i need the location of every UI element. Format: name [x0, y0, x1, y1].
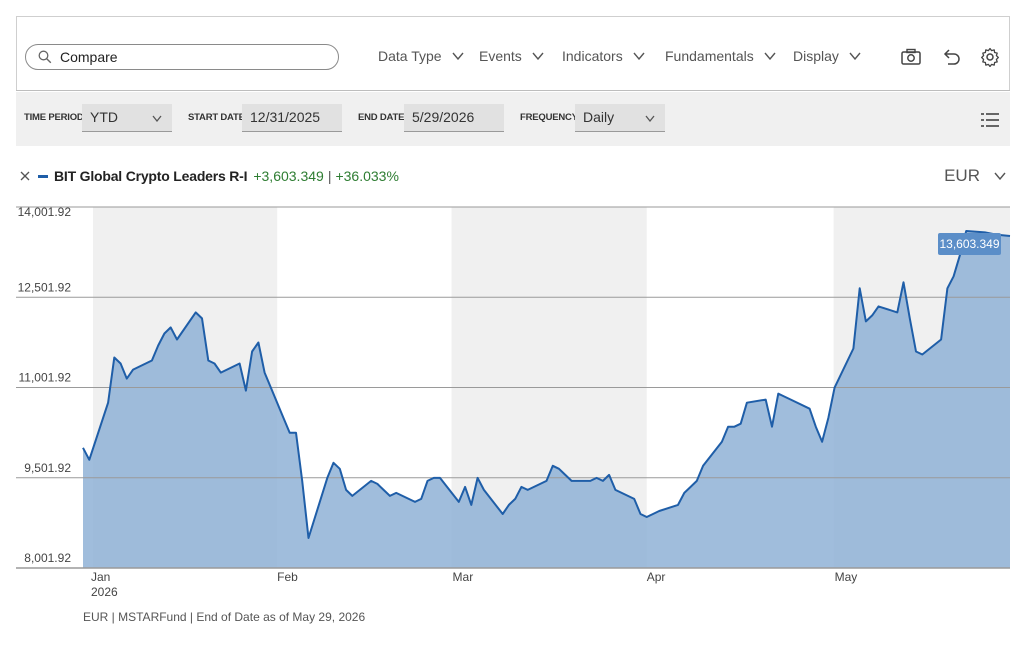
time-period-value: YTD	[90, 109, 118, 125]
menu-fundamentals-label: Fundamentals	[665, 48, 754, 64]
x-tick-label: Apr	[647, 570, 666, 584]
start-date-label: START DATE	[188, 112, 245, 123]
frequency-value: Daily	[583, 109, 615, 125]
chevron-down-icon	[645, 115, 655, 122]
chart-footer: EUR | MSTARFund | End of Date as of May …	[83, 610, 366, 624]
legend-change-abs: +3,603.349	[253, 168, 324, 184]
menu-indicators-label: Indicators	[562, 48, 623, 64]
filter-bar: TIME PERIOD YTD START DATE 12/31/2025 EN…	[16, 92, 1010, 146]
menu-events-label: Events	[479, 48, 522, 64]
frequency-label: FREQUENCY	[520, 112, 578, 123]
chevron-down-icon	[633, 52, 645, 60]
menu-display-label: Display	[793, 48, 839, 64]
compare-search[interactable]	[25, 44, 339, 70]
chevron-down-icon	[152, 115, 162, 122]
currency-value: EUR	[944, 166, 980, 185]
frequency-select[interactable]: Daily	[575, 104, 665, 132]
legend-separator: |	[327, 168, 332, 184]
chevron-down-icon	[994, 172, 1006, 180]
y-tick-label: 9,501.92	[24, 461, 71, 475]
x-tick-label: Feb	[277, 570, 298, 584]
y-tick-label: 8,001.92	[24, 551, 71, 565]
chevron-down-icon	[764, 52, 776, 60]
start-date-input[interactable]: 12/31/2025	[242, 104, 342, 132]
end-date-input[interactable]: 5/29/2026	[404, 104, 504, 132]
end-date-label: END DATE	[358, 112, 405, 123]
menu-data-type-label: Data Type	[378, 48, 442, 64]
chevron-down-icon	[849, 52, 861, 60]
y-tick-label: 14,001.92	[18, 205, 72, 219]
chart-toolbar: Data Type Events Indicators Fundamentals…	[16, 16, 1010, 91]
camera-icon[interactable]	[900, 47, 922, 67]
close-icon[interactable]	[20, 171, 30, 181]
menu-events[interactable]: Events	[479, 48, 544, 64]
toolbar-divider	[16, 90, 1010, 91]
menu-data-type[interactable]: Data Type	[378, 48, 464, 64]
time-period-select[interactable]: YTD	[82, 104, 172, 132]
end-value-label: 13,603.349	[939, 237, 999, 251]
legend-swatch	[38, 174, 48, 178]
menu-fundamentals[interactable]: Fundamentals	[665, 48, 776, 64]
legend-series-name: BIT Global Crypto Leaders R-I	[54, 168, 248, 184]
time-period-label: TIME PERIOD	[24, 112, 84, 123]
menu-display[interactable]: Display	[793, 48, 861, 64]
chevron-down-icon	[452, 52, 464, 60]
x-tick-label: May	[835, 570, 858, 584]
y-tick-label: 11,001.92	[19, 371, 72, 385]
gear-icon[interactable]	[979, 47, 1001, 67]
x-tick-label: Mar	[453, 570, 474, 584]
legend-change-pct: +36.033%	[335, 168, 399, 184]
y-tick-label: 12,501.92	[18, 280, 72, 294]
menu-indicators[interactable]: Indicators	[562, 48, 645, 64]
chart-legend: BIT Global Crypto Leaders R-I +3,603.349…	[20, 168, 399, 184]
undo-icon[interactable]	[940, 47, 962, 67]
compare-input[interactable]	[58, 48, 322, 66]
chevron-down-icon	[532, 52, 544, 60]
currency-select[interactable]: EUR	[944, 166, 1006, 186]
x-tick-sublabel: 2026	[91, 585, 118, 599]
search-icon	[38, 50, 52, 64]
list-icon[interactable]	[980, 111, 1000, 129]
price-chart: 8,001.92 9,501.92 11,001.92 12,501.92 14,001…	[16, 205, 1011, 599]
x-tick-label: Jan	[91, 570, 110, 584]
